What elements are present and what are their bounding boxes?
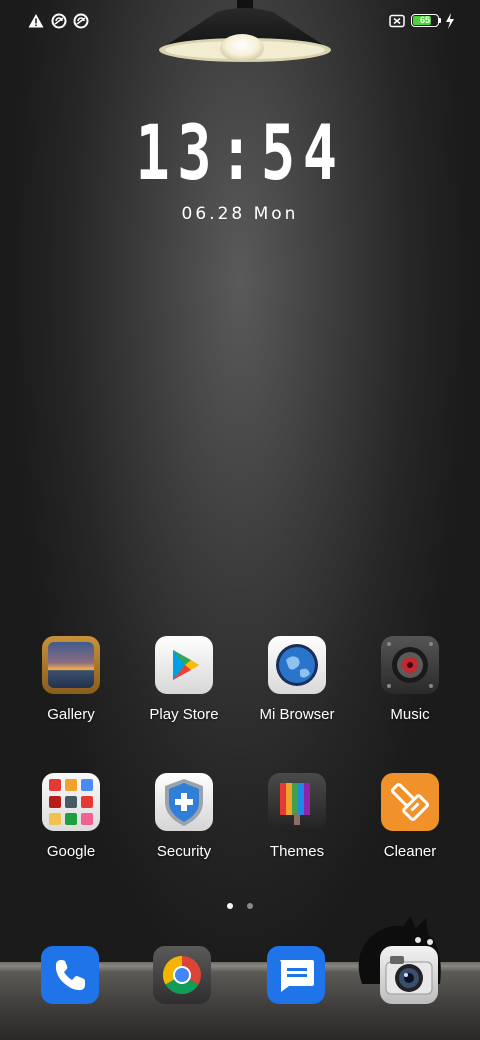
messages-icon bbox=[280, 960, 314, 992]
battery-icon: 65 bbox=[411, 14, 439, 27]
warning-icon bbox=[28, 14, 44, 28]
cleaner-icon bbox=[381, 773, 439, 831]
page-dot[interactable] bbox=[247, 903, 254, 909]
sync-icon bbox=[51, 13, 67, 29]
app-music[interactable]: Music bbox=[354, 636, 466, 723]
lamp-icon bbox=[159, 0, 331, 62]
charging-bolt-icon bbox=[446, 13, 454, 29]
dock-messages[interactable] bbox=[267, 946, 325, 1004]
sync-icon bbox=[73, 13, 89, 29]
mi-browser-icon bbox=[268, 636, 326, 694]
google-folder-icon bbox=[42, 773, 100, 831]
app-label: Gallery bbox=[47, 706, 95, 723]
play-store-icon bbox=[155, 636, 213, 694]
camera-icon bbox=[385, 956, 433, 995]
themes-icon bbox=[268, 773, 326, 831]
music-icon bbox=[381, 636, 439, 694]
app-label: Cleaner bbox=[383, 843, 437, 860]
app-label: Play Store bbox=[149, 706, 219, 723]
app-label: Themes bbox=[269, 843, 325, 860]
app-label: Security bbox=[156, 843, 212, 860]
app-cleaner[interactable]: Cleaner bbox=[354, 773, 466, 860]
phone-icon bbox=[55, 960, 85, 991]
battery-tip bbox=[439, 18, 441, 23]
app-label: Google bbox=[46, 843, 96, 860]
app-security[interactable]: Security bbox=[128, 773, 240, 860]
page-dot-active[interactable] bbox=[226, 903, 233, 909]
dock-chrome[interactable] bbox=[153, 946, 211, 1004]
security-icon bbox=[155, 773, 213, 831]
dock-camera[interactable] bbox=[380, 946, 438, 1004]
chrome-icon bbox=[162, 955, 201, 995]
no-sim-icon bbox=[389, 14, 405, 28]
app-play-store[interactable]: Play Store bbox=[128, 636, 240, 723]
app-label: Music bbox=[390, 706, 430, 723]
clock-time[interactable]: 13:54 bbox=[60, 108, 420, 197]
app-themes[interactable]: Themes bbox=[241, 773, 353, 860]
clock-date[interactable]: 06.28 Mon bbox=[0, 204, 480, 224]
app-mi-browser[interactable]: Mi Browser bbox=[241, 636, 353, 723]
dock-phone[interactable] bbox=[41, 946, 99, 1004]
app-google-folder[interactable]: Google bbox=[15, 773, 127, 860]
app-gallery[interactable]: Gallery bbox=[15, 636, 127, 723]
gallery-icon bbox=[42, 636, 100, 694]
battery-level: 65 bbox=[419, 15, 430, 25]
app-label: Mi Browser bbox=[259, 706, 335, 723]
page-indicator[interactable] bbox=[0, 896, 480, 914]
